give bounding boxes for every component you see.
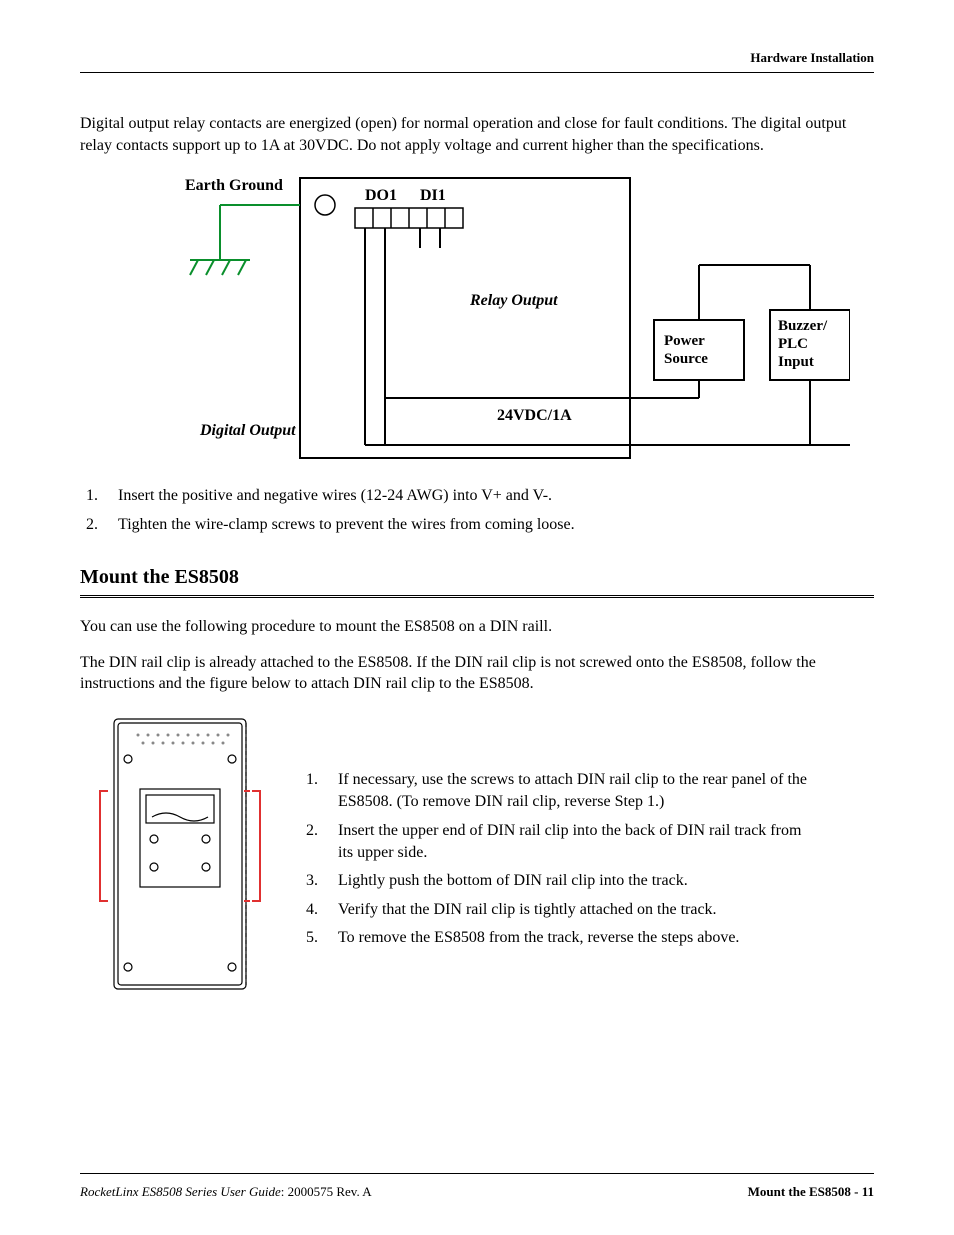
step-text: Tighten the wire-clamp screws to prevent… <box>118 514 575 536</box>
power-label-2: Source <box>664 351 708 367</box>
list-item: 4.Verify that the DIN rail clip is tight… <box>300 899 810 921</box>
list-item: 3.Lightly push the bottom of DIN rail cl… <box>300 870 810 892</box>
footer-right: Mount the ES8508 - 11 <box>748 1184 874 1200</box>
footer-guide-title: RocketLinx ES8508 Series User Guide <box>80 1184 281 1199</box>
di1-label: DI1 <box>420 187 446 204</box>
footer: RocketLinx ES8508 Series User Guide: 200… <box>80 1173 874 1200</box>
step-text: Insert the upper end of DIN rail clip in… <box>338 820 810 865</box>
buzzer-label-3: Input <box>778 354 814 370</box>
step-text: Insert the positive and negative wires (… <box>118 485 552 507</box>
step-text: Lightly push the bottom of DIN rail clip… <box>338 870 688 892</box>
list-item: 1.If necessary, use the screws to attach… <box>300 769 810 814</box>
digital-output-label: Digital Output <box>199 422 296 439</box>
step-text: Verify that the DIN rail clip is tightly… <box>338 899 717 921</box>
relay-output-label: Relay Output <box>469 292 558 309</box>
power-label-1: Power <box>664 333 705 349</box>
earth-ground-label: Earth Ground <box>185 177 283 194</box>
volt-spec-label: 24VDC/1A <box>497 407 572 424</box>
buzzer-label-2: PLC <box>778 336 808 352</box>
list-item: 2.Insert the upper end of DIN rail clip … <box>300 820 810 865</box>
page: Hardware Installation Digital output rel… <box>0 0 954 1235</box>
section-title: Mount the ES8508 <box>80 566 874 589</box>
section2-para2: The DIN rail clip is already attached to… <box>80 652 874 695</box>
do1-label: DO1 <box>365 187 397 204</box>
list-item: 5.To remove the ES8508 from the track, r… <box>300 927 810 949</box>
footer-rev: : 2000575 Rev. A <box>281 1184 372 1199</box>
relay-output-diagram: Earth Ground DO1 DI1 <box>130 170 874 465</box>
intro-paragraph: Digital output relay contacts are energi… <box>80 113 874 156</box>
buzzer-label-1: Buzzer/ <box>778 318 828 334</box>
header-right: Hardware Installation <box>80 50 874 73</box>
mount-step-list: 1.If necessary, use the screws to attach… <box>300 769 810 956</box>
first-step-list: 1.Insert the positive and negative wires… <box>80 485 874 536</box>
section2-para1: You can use the following procedure to m… <box>80 616 874 638</box>
step-text: To remove the ES8508 from the track, rev… <box>338 927 739 949</box>
footer-left: RocketLinx ES8508 Series User Guide: 200… <box>80 1184 372 1200</box>
section-divider <box>80 595 874 598</box>
list-item: 1.Insert the positive and negative wires… <box>80 485 874 507</box>
step-text: If necessary, use the screws to attach D… <box>338 769 810 814</box>
din-rail-figure <box>80 709 280 1004</box>
list-item: 2.Tighten the wire-clamp screws to preve… <box>80 514 874 536</box>
